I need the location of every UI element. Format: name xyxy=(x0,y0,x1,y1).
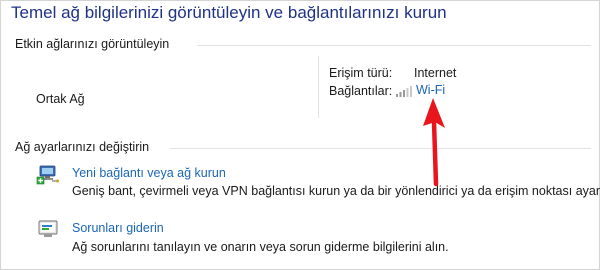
access-type-label: Erişim türü: xyxy=(329,66,393,80)
new-connection-link[interactable]: Yeni bağlantı veya ağ kurun xyxy=(72,166,226,180)
new-connection-description: Geniş bant, çevirmeli veya VPN bağlantıs… xyxy=(72,184,600,198)
network-column-divider xyxy=(318,56,319,118)
troubleshoot-description: Ağ sorunlarını tanılayın ve onarın veya … xyxy=(72,240,449,254)
active-networks-header: Etkin ağlarınızı görüntüleyin xyxy=(15,37,170,51)
change-settings-header: Ağ ayarlarınızı değiştirin xyxy=(15,140,150,154)
wifi-connection-link[interactable]: Wi-Fi xyxy=(416,83,445,97)
connections-label: Bağlantılar: xyxy=(329,84,393,98)
wifi-signal-icon xyxy=(396,86,412,97)
page-title: Temel ağ bilgilerinizi görüntüleyin ve b… xyxy=(11,3,447,22)
active-networks-divider xyxy=(197,45,591,46)
troubleshoot-icon xyxy=(38,220,58,237)
troubleshoot-link[interactable]: Sorunları giderin xyxy=(72,221,164,235)
access-type-value: Internet xyxy=(414,66,457,80)
network-name: Ortak Ağ xyxy=(36,92,85,106)
change-settings-divider xyxy=(170,148,591,149)
annotation-arrow xyxy=(423,98,445,187)
new-connection-icon xyxy=(36,165,59,185)
